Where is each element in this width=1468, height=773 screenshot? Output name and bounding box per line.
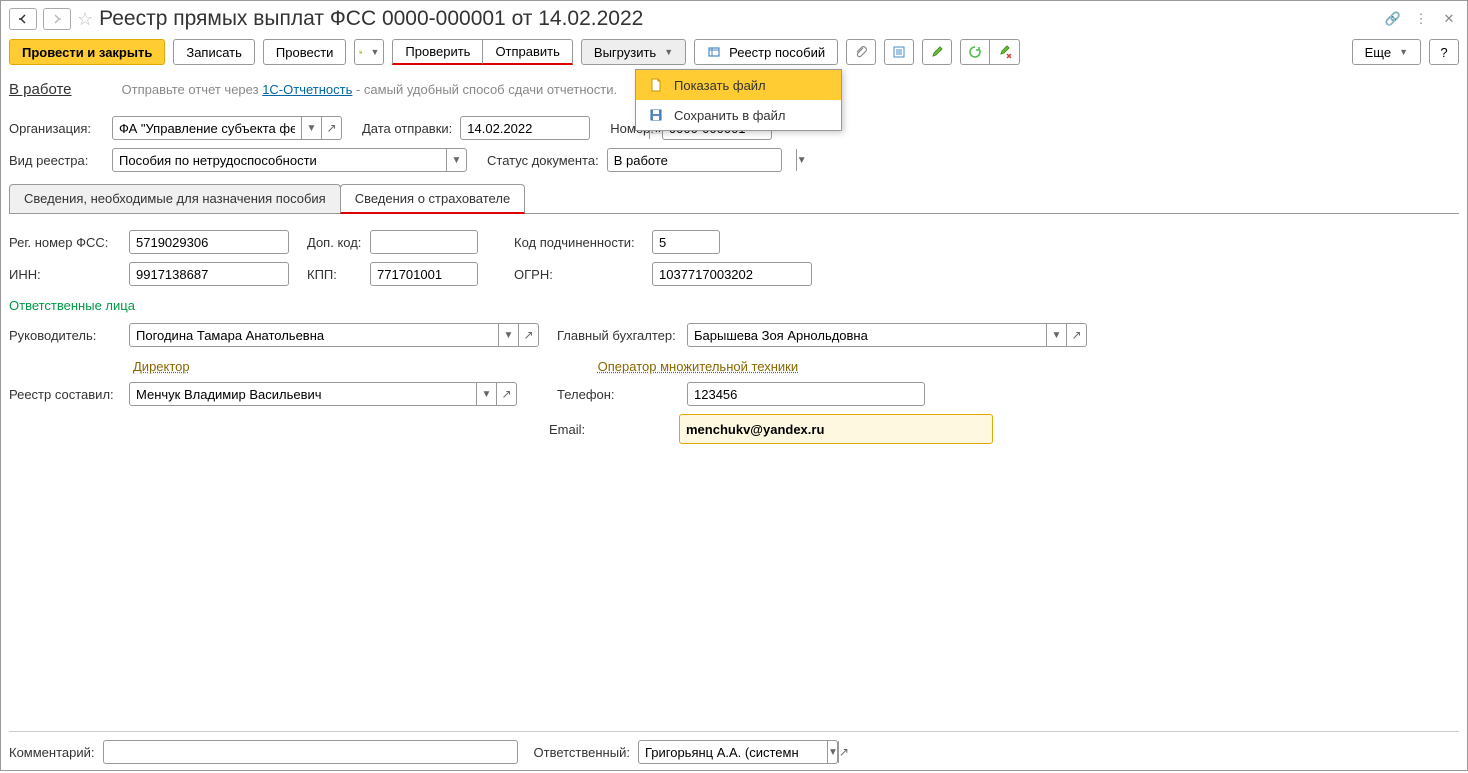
open-icon[interactable]: ↗ bbox=[518, 324, 538, 346]
refresh-button[interactable] bbox=[960, 39, 990, 65]
date-field[interactable]: 📅 bbox=[460, 116, 590, 140]
chevron-down-icon[interactable]: ▼ bbox=[498, 324, 518, 346]
favorite-icon[interactable]: ☆ bbox=[77, 9, 93, 30]
send-button[interactable]: Отправить bbox=[483, 39, 572, 65]
file-icon bbox=[648, 77, 664, 93]
email-field[interactable] bbox=[679, 414, 993, 444]
tab-assignment-info[interactable]: Сведения, необходимые для назначения пос… bbox=[9, 184, 341, 213]
head-role-link[interactable]: Директор bbox=[133, 359, 190, 374]
status-label: Статус документа: bbox=[487, 153, 599, 168]
author-field[interactable]: ▼ ↗ bbox=[129, 382, 517, 406]
chevron-down-icon[interactable]: ▼ bbox=[301, 117, 321, 139]
author-label: Реестр составил: bbox=[9, 387, 121, 402]
edit-button[interactable] bbox=[922, 39, 952, 65]
accountant-role-link[interactable]: Оператор множительной техники bbox=[598, 359, 798, 374]
dop-label: Доп. код: bbox=[307, 235, 362, 250]
email-label: Email: bbox=[549, 422, 671, 437]
head-field[interactable]: ▼ ↗ bbox=[129, 323, 539, 347]
dop-field[interactable] bbox=[370, 230, 478, 254]
create-based-on-button[interactable]: ▼ bbox=[354, 39, 384, 65]
phone-field[interactable] bbox=[687, 382, 925, 406]
date-label: Дата отправки: bbox=[362, 121, 452, 136]
export-dropdown: Показать файл Сохранить в файл bbox=[635, 69, 842, 131]
sub-field[interactable] bbox=[652, 230, 720, 254]
open-icon[interactable]: ↗ bbox=[321, 117, 341, 139]
type-label: Вид реестра: bbox=[9, 153, 104, 168]
status-field[interactable]: ▼ bbox=[607, 148, 782, 172]
chevron-down-icon[interactable]: ▼ bbox=[446, 149, 466, 171]
type-field[interactable]: ▼ bbox=[112, 148, 467, 172]
write-button[interactable]: Записать bbox=[173, 39, 255, 65]
open-icon[interactable]: ↗ bbox=[1066, 324, 1086, 346]
org-label: Организация: bbox=[9, 121, 104, 136]
comment-field[interactable] bbox=[103, 740, 518, 764]
chevron-down-icon[interactable]: ▼ bbox=[1046, 324, 1066, 346]
registry-button[interactable]: Реестр пособий bbox=[694, 39, 838, 65]
tab-insurer-info[interactable]: Сведения о страхователе bbox=[340, 184, 525, 214]
comment-label: Комментарий: bbox=[9, 745, 95, 760]
link-icon[interactable]: 🔗 bbox=[1383, 9, 1403, 29]
responsible-label: Ответственный: bbox=[534, 745, 630, 760]
reg-field[interactable] bbox=[129, 230, 289, 254]
menu-show-file[interactable]: Показать файл bbox=[636, 70, 841, 100]
more-button[interactable]: Еще ▼ bbox=[1352, 39, 1421, 65]
post-button[interactable]: Провести bbox=[263, 39, 347, 65]
1c-reporting-link[interactable]: 1С-Отчетность bbox=[262, 82, 352, 97]
accountant-field[interactable]: ▼ ↗ bbox=[687, 323, 1087, 347]
page-title: Реестр прямых выплат ФСС 0000-000001 от … bbox=[99, 7, 1377, 31]
check-button[interactable]: Проверить bbox=[392, 39, 483, 65]
org-field[interactable]: ▼ ↗ bbox=[112, 116, 342, 140]
sub-label: Код подчиненности: bbox=[514, 235, 644, 250]
responsible-field[interactable]: ▼ ↗ bbox=[638, 740, 838, 764]
head-label: Руководитель: bbox=[9, 328, 121, 343]
chevron-down-icon[interactable]: ▼ bbox=[827, 741, 838, 763]
status-link[interactable]: В работе bbox=[9, 81, 72, 98]
kebab-icon[interactable]: ⋮ bbox=[1411, 9, 1431, 29]
phone-label: Телефон: bbox=[557, 387, 679, 402]
export-button[interactable]: Выгрузить ▼ bbox=[581, 39, 686, 65]
info-text: Отправьте отчет через 1С-Отчетность - са… bbox=[122, 82, 618, 97]
persons-section-title: Ответственные лица bbox=[9, 290, 1459, 319]
save-icon bbox=[648, 107, 664, 123]
inn-label: ИНН: bbox=[9, 267, 121, 282]
reg-label: Рег. номер ФСС: bbox=[9, 235, 121, 250]
kpp-label: КПП: bbox=[307, 267, 362, 282]
close-icon[interactable]: ✕ bbox=[1439, 9, 1459, 29]
chevron-down-icon[interactable]: ▼ bbox=[476, 383, 496, 405]
post-and-close-button[interactable]: Провести и закрыть bbox=[9, 39, 165, 65]
menu-save-file[interactable]: Сохранить в файл bbox=[636, 100, 841, 130]
back-button[interactable] bbox=[9, 8, 37, 30]
ogrn-field[interactable] bbox=[652, 262, 812, 286]
accountant-label: Главный бухгалтер: bbox=[557, 328, 679, 343]
open-icon[interactable]: ↗ bbox=[496, 383, 516, 405]
open-icon[interactable]: ↗ bbox=[838, 741, 849, 763]
inn-field[interactable] bbox=[129, 262, 289, 286]
chevron-down-icon[interactable]: ▼ bbox=[796, 149, 807, 171]
ogrn-label: ОГРН: bbox=[514, 267, 644, 282]
forward-button[interactable] bbox=[43, 8, 71, 30]
list-button[interactable] bbox=[884, 39, 914, 65]
kpp-field[interactable] bbox=[370, 262, 478, 286]
help-button[interactable]: ? bbox=[1429, 39, 1459, 65]
edit-cancel-button[interactable] bbox=[990, 39, 1020, 65]
attach-button[interactable] bbox=[846, 39, 876, 65]
